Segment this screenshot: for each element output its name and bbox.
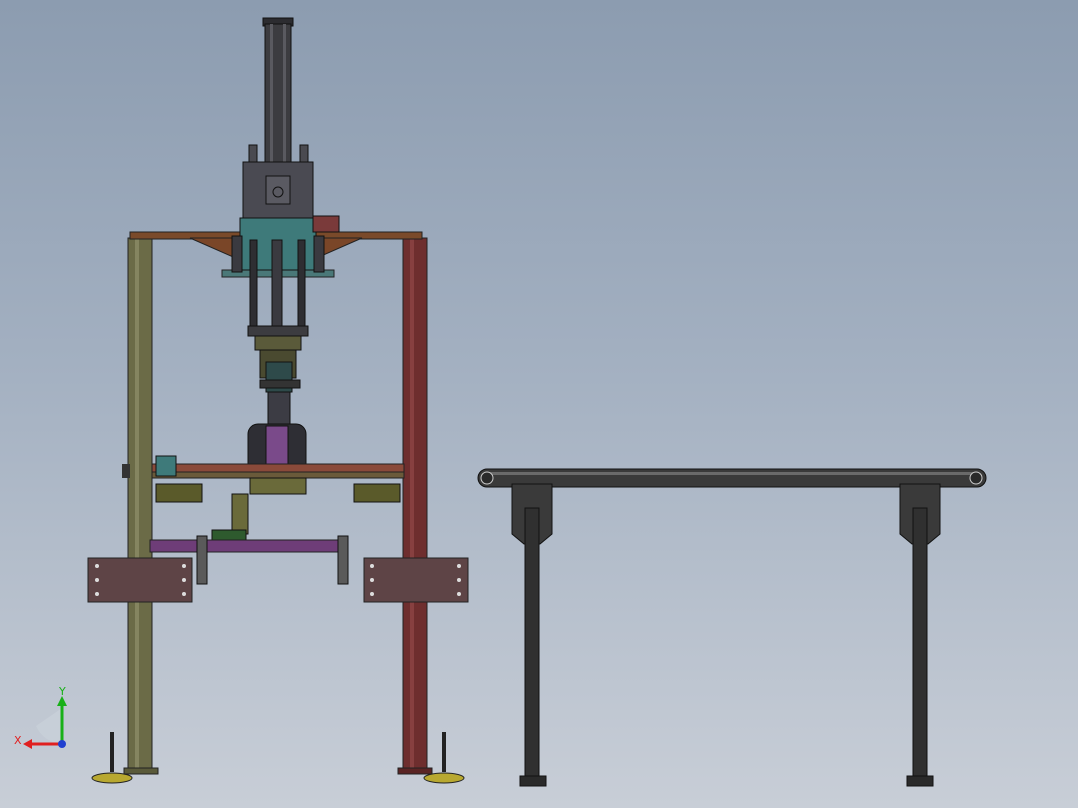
cad-viewport[interactable]: Y X [0,0,1078,808]
vertical-cylinder [231,17,340,475]
machine-assembly-drawing [87,17,987,787]
purple-crossbar [149,539,347,553]
conveyor-left-leg [524,507,540,777]
right-post [402,237,428,774]
left-mount-plate [87,557,193,603]
conveyor-right-leg [912,507,928,777]
left-post [127,237,153,774]
y-axis-label: Y [58,686,66,698]
right-mount-plate [363,557,469,603]
x-axis-label: X [14,734,22,747]
belt-conveyor [477,468,987,787]
coordinate-triad[interactable]: Y X [14,686,84,756]
